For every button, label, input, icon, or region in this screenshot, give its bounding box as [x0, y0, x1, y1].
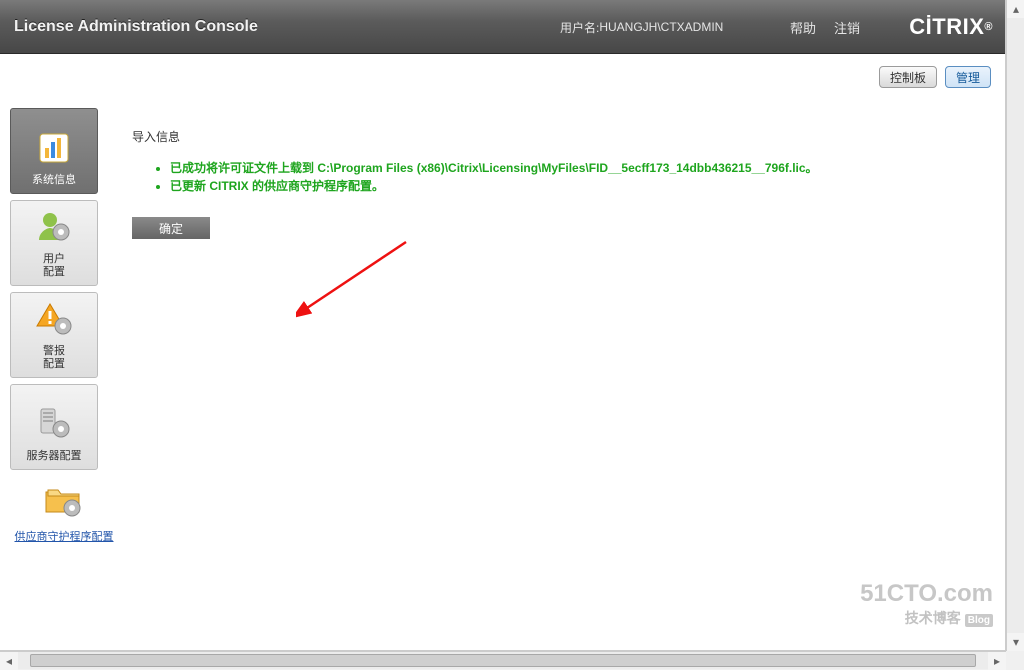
main-content: 导入信息 已成功将许可证文件上载到 C:\Program Files (x86)… [108, 100, 1005, 650]
sidebar-item-label: 警报 配置 [43, 345, 65, 371]
scroll-thumb[interactable] [30, 654, 976, 667]
brand-logo: CİTRIX® [909, 0, 993, 54]
message-list: 已成功将许可证文件上载到 C:\Program Files (x86)\Citr… [132, 159, 981, 195]
ok-button[interactable]: 确定 [132, 217, 210, 239]
sidebar-item-alert-config[interactable]: 警报 配置 [10, 292, 98, 378]
annotation-arrow [296, 238, 416, 328]
folder-gear-icon [42, 480, 86, 524]
scroll-down-arrow[interactable]: ▾ [1007, 633, 1024, 651]
sidebar-item-label: 系统信息 [32, 174, 76, 187]
help-link[interactable]: 帮助 [790, 18, 816, 37]
app-title: License Administration Console [14, 18, 258, 36]
vertical-scrollbar[interactable]: ▴ ▾ [1006, 0, 1024, 651]
sidebar-item-label[interactable]: 供应商守护程序配置 [10, 528, 118, 544]
app-header: License Administration Console 用户名: HUAN… [0, 0, 1005, 54]
user-block: 用户名: HUANGJH\CTXADMIN [560, 0, 723, 54]
sidebar-item-system-info[interactable]: 系统信息 [10, 108, 98, 194]
horizontal-scrollbar[interactable]: ◂ ▸ [0, 651, 1006, 669]
server-gear-icon [32, 402, 76, 446]
dashboard-button[interactable]: 控制板 [879, 66, 937, 88]
sidebar-item-server-config[interactable]: 服务器配置 [10, 384, 98, 470]
scroll-up-arrow[interactable]: ▴ [1007, 0, 1024, 18]
scroll-left-arrow[interactable]: ◂ [0, 652, 18, 670]
sidebar-item-label: 用户 配置 [43, 253, 65, 279]
sidebar-item-user-config[interactable]: 用户 配置 [10, 200, 98, 286]
scroll-right-arrow[interactable]: ▸ [988, 652, 1006, 670]
logout-link[interactable]: 注销 [834, 18, 860, 37]
section-title: 导入信息 [132, 128, 981, 145]
header-links: 帮助 注销 [790, 0, 860, 54]
sidebar-item-label: 服务器配置 [27, 450, 82, 463]
user-name: HUANGJH\CTXADMIN [599, 20, 723, 34]
sidebar-item-vendor-daemon[interactable]: 供应商守护程序配置 [10, 480, 118, 544]
admin-button[interactable]: 管理 [945, 66, 991, 88]
chart-icon [32, 126, 76, 170]
success-message: 已更新 CITRIX 的供应商守护程序配置。 [170, 177, 981, 195]
top-actions: 控制板 管理 [0, 54, 1005, 100]
user-gear-icon [32, 205, 76, 249]
success-message: 已成功将许可证文件上载到 C:\Program Files (x86)\Citr… [170, 159, 981, 177]
sidebar: 系统信息 用户 配置 [0, 100, 108, 650]
alert-gear-icon [32, 297, 76, 341]
user-label: 用户名: [560, 19, 599, 36]
